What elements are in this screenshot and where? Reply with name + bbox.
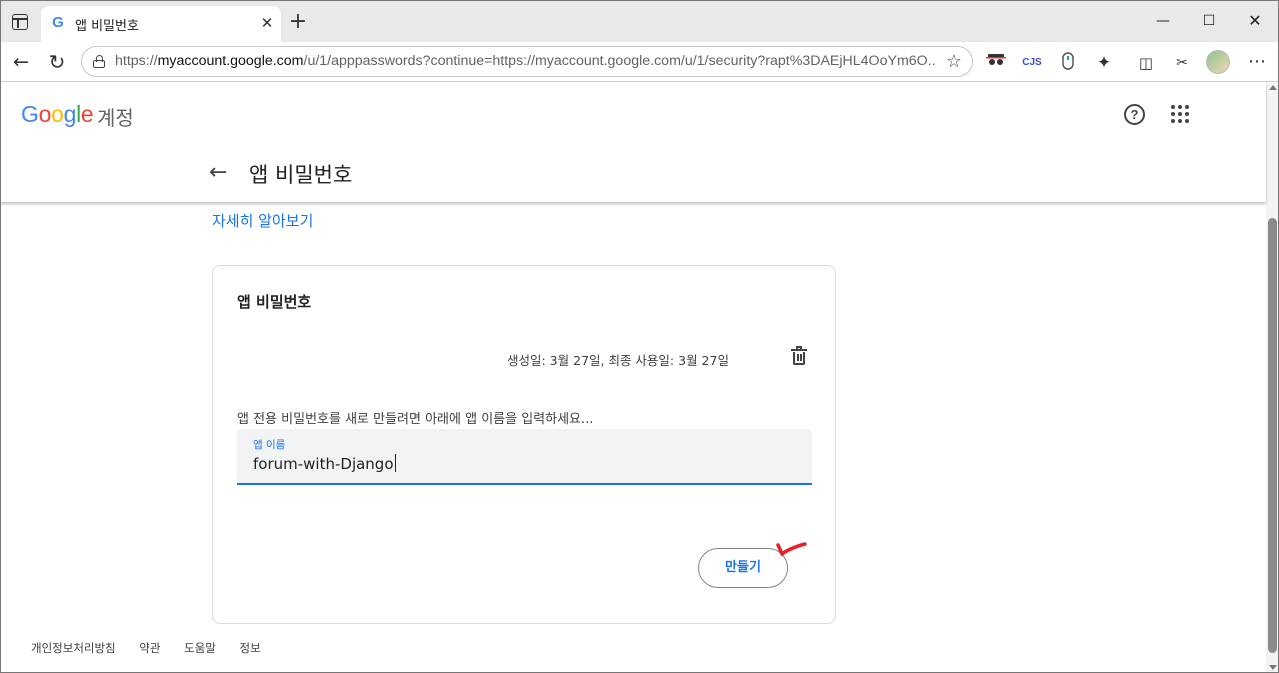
create-button[interactable]: 만들기 <box>698 548 788 588</box>
page-title: 앱 비밀번호 <box>249 163 353 187</box>
address-bar: ← ↻ https://myaccount.google.com/u/1/app… <box>0 42 1279 82</box>
trash-icon[interactable] <box>791 346 807 366</box>
logo-suffix: 계정 <box>97 106 134 130</box>
window-close-icon[interactable]: ✕ <box>1244 10 1266 32</box>
split-screen-icon[interactable]: ◫ <box>1135 52 1157 74</box>
star-icon[interactable]: ☆ <box>946 51 962 72</box>
check-annotation-icon <box>776 542 807 556</box>
footer-link-help[interactable]: 도움말 <box>184 641 216 655</box>
apps-grid-icon[interactable] <box>1171 105 1189 123</box>
instruction-text: 앱 전용 비밀번호를 새로 만들려면 아래에 앱 이름을 입력하세요... <box>237 412 594 427</box>
page-header: Google 계정 ? ← 앱 비밀번호 <box>0 82 1266 202</box>
learn-more-link[interactable]: 자세히 알아보기 <box>212 210 313 231</box>
app-name-field[interactable]: 앱 이름 forum-with-Django <box>237 429 812 485</box>
footer-link-terms[interactable]: 약관 <box>139 641 160 655</box>
footer-link-about[interactable]: 정보 <box>240 641 261 655</box>
maximize-icon[interactable]: ☐ <box>1198 10 1220 32</box>
screenshot-icon[interactable]: ✂ <box>1171 52 1193 74</box>
incognito-extension-icon[interactable] <box>985 52 1007 74</box>
browser-tab[interactable]: G 앱 비밀번호 ✕ <box>41 6 281 43</box>
tab-bar: G 앱 비밀번호 ✕ + — ☐ ✕ <box>0 0 1279 43</box>
url-text: https://myaccount.google.com/u/1/apppass… <box>115 53 935 69</box>
more-menu-icon[interactable]: ⋯ <box>1247 50 1267 74</box>
new-tab-button[interactable]: + <box>287 11 309 33</box>
cjs-extension-icon[interactable]: CJS <box>1021 52 1043 74</box>
help-icon[interactable]: ? <box>1124 104 1145 125</box>
avatar[interactable] <box>1206 50 1230 74</box>
scrollbar[interactable] <box>1266 82 1279 673</box>
url-input[interactable]: https://myaccount.google.com/u/1/apppass… <box>81 46 973 77</box>
scroll-up-arrow[interactable] <box>1269 85 1277 90</box>
lock-icon[interactable] <box>93 55 105 68</box>
app-name-label: 앱 이름 <box>253 439 286 451</box>
window-icon[interactable] <box>12 14 28 30</box>
puzzle-icon[interactable]: ✦ <box>1093 52 1115 74</box>
google-favicon: G <box>52 14 64 31</box>
back-icon[interactable]: ← <box>9 50 33 74</box>
app-name-input[interactable]: forum-with-Django <box>253 454 396 473</box>
arrow-left-icon[interactable]: ← <box>209 160 227 186</box>
minimize-icon[interactable]: — <box>1152 10 1174 32</box>
close-icon[interactable]: ✕ <box>257 13 277 33</box>
password-meta: 생성일: 3월 27일, 최종 사용일: 3월 27일 <box>507 353 729 368</box>
google-logo[interactable]: Google <box>21 101 94 128</box>
footer: 개인정보처리방침 약관 도움말 정보 <box>31 640 281 656</box>
reload-icon[interactable]: ↻ <box>45 50 69 74</box>
scroll-down-arrow[interactable] <box>1269 665 1277 670</box>
app-passwords-card: 앱 비밀번호 생성일: 3월 27일, 최종 사용일: 3월 27일 앱 전용 … <box>212 265 836 624</box>
card-title: 앱 비밀번호 <box>237 293 312 311</box>
mouse-extension-icon[interactable] <box>1057 52 1079 74</box>
footer-link-privacy[interactable]: 개인정보처리방침 <box>31 641 116 655</box>
scrollbar-thumb[interactable] <box>1268 218 1277 653</box>
tab-title: 앱 비밀번호 <box>75 19 139 34</box>
